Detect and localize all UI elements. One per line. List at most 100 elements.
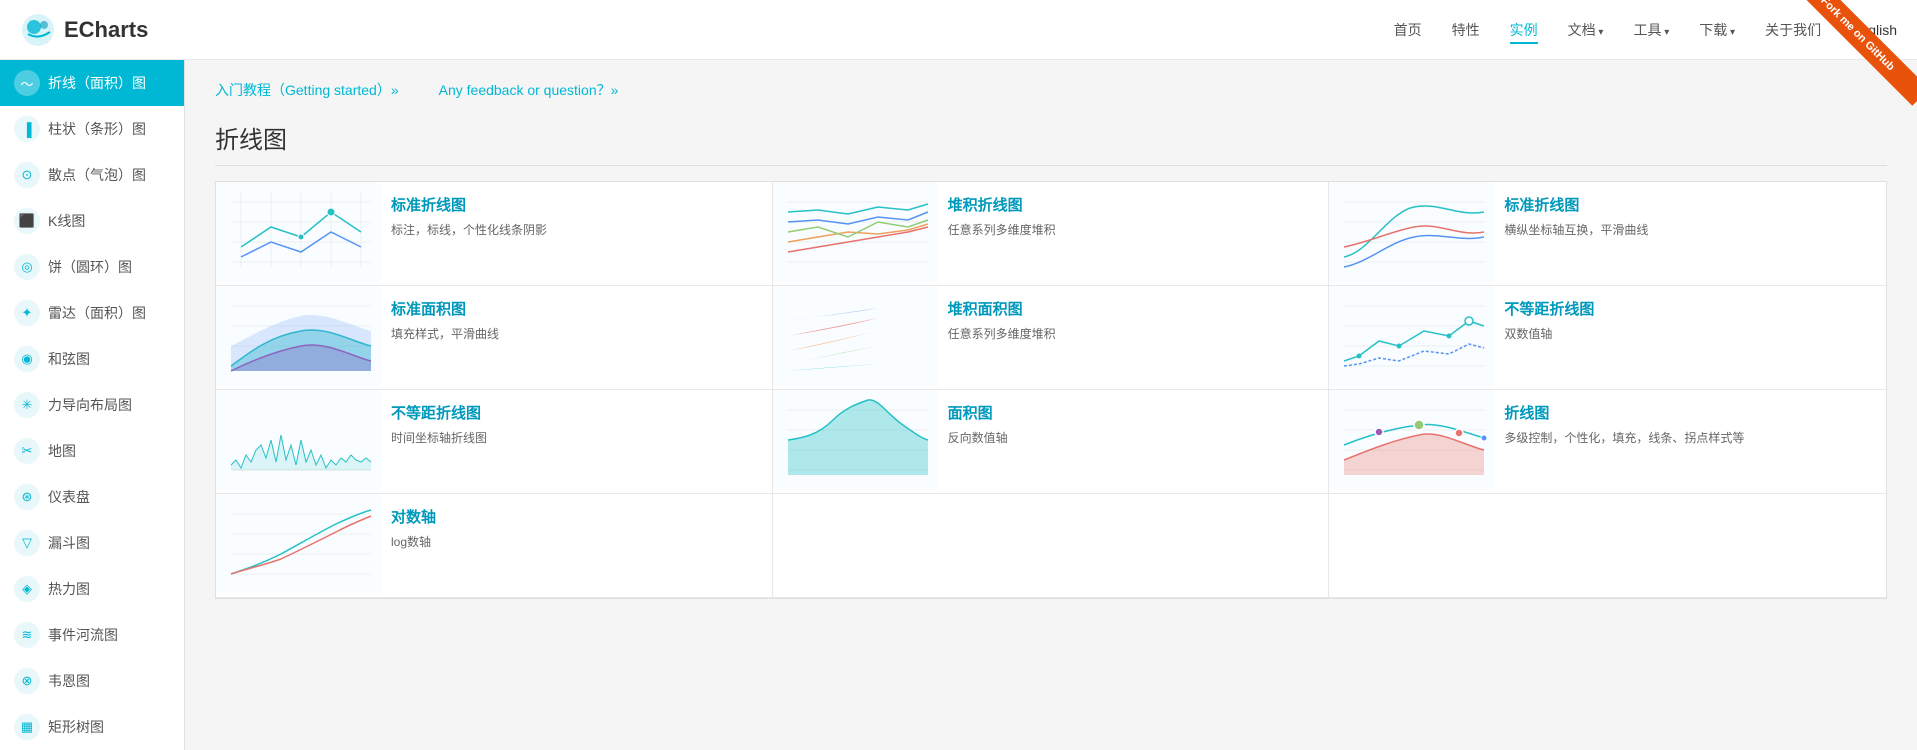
chart-cell-1: 堆积折线图 任意系列多维度堆积 — [773, 182, 1330, 286]
logo-text: ECharts — [64, 17, 148, 43]
sidebar-item-label: 热力图 — [48, 579, 90, 599]
chart-info-7: 面积图 反向数值轴 — [938, 390, 1329, 493]
getting-started-link[interactable]: 入门教程（Getting started）» — [215, 80, 399, 100]
sidebar-item-label: 和弦图 — [48, 349, 90, 369]
sidebar-item-kline[interactable]: ⬛ K线图 — [0, 198, 184, 244]
chart-info-0: 标准折线图 标注，标线，个性化线条阴影 — [381, 182, 772, 285]
chart-desc-6: 时间坐标轴折线图 — [391, 429, 762, 448]
sidebar-item-label: 饼（圆环）图 — [48, 257, 132, 277]
sidebar-item-map[interactable]: ✂ 地图 — [0, 428, 184, 474]
main-content: 入门教程（Getting started）» Any feedback or q… — [185, 60, 1917, 750]
sidebar-item-chord[interactable]: ◉ 和弦图 — [0, 336, 184, 382]
chart-info-3: 标准面积图 填充样式，平滑曲线 — [381, 286, 772, 389]
sidebar-item-pie[interactable]: ◎ 饼（圆环）图 — [0, 244, 184, 290]
sidebar-item-label: K线图 — [48, 211, 85, 231]
sidebar-item-gauge[interactable]: ⊛ 仪表盘 — [0, 474, 184, 520]
chart-info-4: 堆积面积图 任意系列多维度堆积 — [938, 286, 1329, 389]
chart-thumbnail-2[interactable] — [1329, 182, 1494, 285]
sidebar-item-heatmap[interactable]: ◈ 热力图 — [0, 566, 184, 612]
chart-info-2: 标准折线图 横纵坐标轴互换，平滑曲线 — [1494, 182, 1886, 285]
chart-desc-0: 标注，标线，个性化线条阴影 — [391, 221, 762, 240]
chart-thumbnail-7[interactable] — [773, 390, 938, 493]
chart-info-1: 堆积折线图 任意系列多维度堆积 — [938, 182, 1329, 285]
chart-desc-4: 任意系列多维度堆积 — [948, 325, 1319, 344]
chart-thumbnail-3[interactable] — [216, 286, 381, 389]
chart-title-8[interactable]: 折线图 — [1504, 402, 1876, 423]
chart-cell-8: 折线图 多级控制，个性化，填充，线条、拐点样式等 — [1329, 390, 1886, 494]
chart-thumbnail-1[interactable] — [773, 182, 938, 285]
sidebar-item-label: 地图 — [48, 441, 76, 461]
chart-cell-empty-2 — [1329, 494, 1886, 598]
kline-chart-icon: ⬛ — [14, 208, 40, 234]
chart-grid: 标准折线图 标注，标线，个性化线条阴影 — [215, 181, 1887, 599]
chart-thumbnail-9[interactable] — [216, 494, 381, 597]
chart-title-7[interactable]: 面积图 — [948, 402, 1319, 423]
chart-thumbnail-0[interactable] — [216, 182, 381, 285]
sidebar-item-bar[interactable]: ▐ 柱状（条形）图 — [0, 106, 184, 152]
sidebar-item-scatter[interactable]: ⊙ 散点（气泡）图 — [0, 152, 184, 198]
sidebar-item-label: 折线（面积）图 — [48, 73, 146, 93]
chart-cell-empty-1 — [773, 494, 1330, 598]
chord-chart-icon: ◉ — [14, 346, 40, 372]
pie-chart-icon: ◎ — [14, 254, 40, 280]
chart-cell-6: 不等距折线图 时间坐标轴折线图 — [216, 390, 773, 494]
sidebar-item-radar[interactable]: ✦ 雷达（面积）图 — [0, 290, 184, 336]
venn-chart-icon: ⊗ — [14, 668, 40, 694]
chart-title-6[interactable]: 不等距折线图 — [391, 402, 762, 423]
chart-desc-7: 反向数值轴 — [948, 429, 1319, 448]
chart-info-8: 折线图 多级控制，个性化，填充，线条、拐点样式等 — [1494, 390, 1886, 493]
sidebar-item-label: 雷达（面积）图 — [48, 303, 146, 323]
chart-thumbnail-6[interactable] — [216, 390, 381, 493]
chart-title-0[interactable]: 标准折线图 — [391, 194, 762, 215]
nav-docs[interactable]: 文档 — [1568, 16, 1604, 44]
river-chart-icon: ≋ — [14, 622, 40, 648]
sidebar-item-label: 韦恩图 — [48, 671, 90, 691]
scatter-chart-icon: ⊙ — [14, 162, 40, 188]
chart-desc-9: log数轴 — [391, 533, 762, 552]
logo[interactable]: ECharts — [20, 12, 148, 48]
main-nav: 首页 特性 实例 文档 工具 下载 关于我们 English — [1394, 16, 1897, 44]
nav-home[interactable]: 首页 — [1394, 16, 1422, 44]
sidebar-item-line[interactable]: 〜 折线（面积）图 — [0, 60, 184, 106]
nav-about[interactable]: 关于我们 — [1765, 16, 1821, 44]
chart-info-9: 对数轴 log数轴 — [381, 494, 772, 597]
radar-chart-icon: ✦ — [14, 300, 40, 326]
sidebar-item-funnel[interactable]: ▽ 漏斗图 — [0, 520, 184, 566]
chart-cell-9: 对数轴 log数轴 — [216, 494, 773, 598]
chart-desc-1: 任意系列多维度堆积 — [948, 221, 1319, 240]
chart-info-5: 不等距折线图 双数值轴 — [1494, 286, 1886, 389]
sidebar: 〜 折线（面积）图 ▐ 柱状（条形）图 ⊙ 散点（气泡）图 ⬛ K线图 ◎ 饼（… — [0, 60, 185, 750]
chart-cell-2: 标准折线图 横纵坐标轴互换，平滑曲线 — [1329, 182, 1886, 286]
feedback-link[interactable]: Any feedback or question？» — [439, 80, 619, 100]
page-title: 折线图 — [215, 120, 1887, 166]
header: ECharts 首页 特性 实例 文档 工具 下载 关于我们 English — [0, 0, 1917, 60]
sidebar-item-label: 散点（气泡）图 — [48, 165, 146, 185]
chart-title-3[interactable]: 标准面积图 — [391, 298, 762, 319]
chart-title-1[interactable]: 堆积折线图 — [948, 194, 1319, 215]
layout: 〜 折线（面积）图 ▐ 柱状（条形）图 ⊙ 散点（气泡）图 ⬛ K线图 ◎ 饼（… — [0, 60, 1917, 750]
sidebar-item-label: 矩形树图 — [48, 717, 104, 737]
nav-examples[interactable]: 实例 — [1510, 16, 1538, 44]
chart-title-2[interactable]: 标准折线图 — [1504, 194, 1876, 215]
chart-thumbnail-4[interactable] — [773, 286, 938, 389]
chart-title-9[interactable]: 对数轴 — [391, 506, 762, 527]
sidebar-item-force[interactable]: ✳ 力导向布局图 — [0, 382, 184, 428]
chart-title-4[interactable]: 堆积面积图 — [948, 298, 1319, 319]
force-chart-icon: ✳ — [14, 392, 40, 418]
chart-title-5[interactable]: 不等距折线图 — [1504, 298, 1876, 319]
sidebar-item-venn[interactable]: ⊗ 韦恩图 — [0, 658, 184, 704]
sidebar-item-treemap[interactable]: ▦ 矩形树图 — [0, 704, 184, 750]
chart-desc-8: 多级控制，个性化，填充，线条、拐点样式等 — [1504, 429, 1876, 448]
sidebar-item-river[interactable]: ≋ 事件河流图 — [0, 612, 184, 658]
chart-thumbnail-5[interactable] — [1329, 286, 1494, 389]
chart-cell-7: 面积图 反向数值轴 — [773, 390, 1330, 494]
line-chart-icon: 〜 — [14, 70, 40, 96]
map-chart-icon: ✂ — [14, 438, 40, 464]
nav-features[interactable]: 特性 — [1452, 16, 1480, 44]
bar-chart-icon: ▐ — [14, 116, 40, 142]
chart-thumbnail-8[interactable] — [1329, 390, 1494, 493]
nav-download[interactable]: 下载 — [1699, 16, 1735, 44]
nav-tools[interactable]: 工具 — [1633, 16, 1669, 44]
chart-desc-3: 填充样式，平滑曲线 — [391, 325, 762, 344]
chart-desc-2: 横纵坐标轴互换，平滑曲线 — [1504, 221, 1876, 240]
